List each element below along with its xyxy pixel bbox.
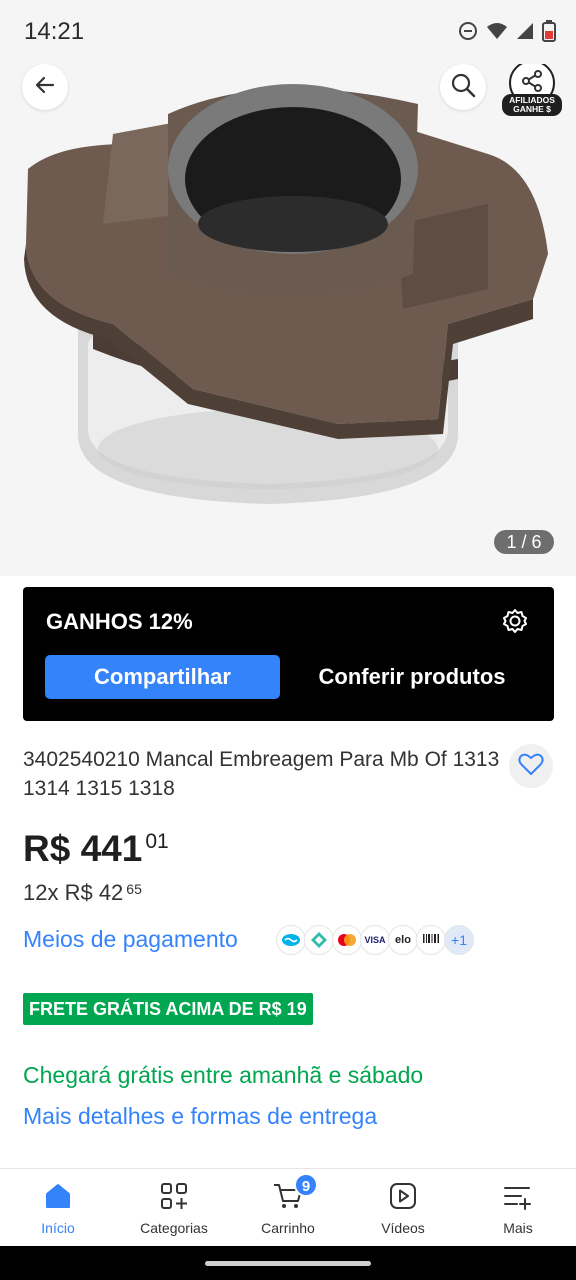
nav-videos-label: Vídeos — [381, 1220, 425, 1236]
battery-icon — [542, 20, 556, 47]
affiliates-badge: AFILIADOS GANHE $ — [502, 94, 562, 116]
heart-icon — [518, 752, 544, 781]
check-products-button[interactable]: Conferir produtos — [293, 655, 531, 699]
cart-count-badge: 9 — [294, 1173, 318, 1197]
gesture-bar — [0, 1246, 576, 1280]
share-product-button[interactable]: Compartilhar — [45, 655, 280, 699]
home-icon — [43, 1181, 73, 1211]
product-image[interactable] — [18, 74, 558, 514]
affiliates-card: GANHOS 12% Compartilhar Conferir produto… — [23, 587, 554, 721]
nav-categories[interactable]: Categorias — [124, 1169, 224, 1247]
video-icon — [388, 1181, 418, 1211]
boleto-icon — [416, 925, 446, 955]
affiliates-share-button[interactable]: AFILIADOS GANHE $ — [500, 64, 566, 122]
delivery-details-link[interactable]: Mais detalhes e formas de entrega — [23, 1103, 377, 1130]
search-button[interactable] — [440, 64, 486, 110]
arrow-left-icon — [33, 73, 57, 102]
status-time: 14:21 — [24, 18, 85, 45]
price: R$ 441 01 — [23, 828, 169, 870]
payment-methods-link[interactable]: Meios de pagamento — [23, 926, 238, 953]
home-gesture-handle[interactable] — [205, 1261, 371, 1266]
nav-home-label: Início — [41, 1220, 75, 1236]
installments-cents: 65 — [126, 881, 142, 897]
dnd-icon — [458, 21, 478, 46]
mercado-pago-icon — [276, 925, 306, 955]
image-counter: 1 / 6 — [494, 530, 554, 554]
status-bar: 14:21 — [0, 0, 576, 64]
signal-icon — [516, 21, 534, 46]
elo-text: elo — [395, 934, 411, 946]
price-cents: 01 — [145, 830, 169, 853]
arrival-text: Chegará grátis entre amanhã e sábado — [23, 1062, 424, 1088]
nav-home[interactable]: Início — [8, 1169, 108, 1247]
nav-categories-label: Categorias — [140, 1220, 208, 1236]
free-shipping-badge: FRETE GRÁTIS ACIMA DE R$ 19 — [23, 993, 313, 1025]
nav-videos[interactable]: Vídeos — [353, 1169, 453, 1247]
earnings-title: GANHOS 12% — [46, 609, 193, 634]
favorite-button[interactable] — [509, 744, 553, 788]
installments: 12x R$ 42 65 — [23, 880, 142, 906]
back-button[interactable] — [22, 64, 68, 110]
pix-icon — [304, 925, 334, 955]
menu-plus-icon — [503, 1181, 533, 1211]
bottom-nav: Início Categorias 9 Carrinho Vídeos Mais — [0, 1168, 576, 1246]
visa-text: VISA — [364, 935, 386, 945]
search-icon — [450, 72, 476, 103]
wifi-icon — [486, 21, 508, 46]
affiliates-badge-line2: GANHE $ — [513, 104, 551, 114]
elo-icon: elo — [388, 925, 418, 955]
categories-icon — [159, 1181, 189, 1211]
price-main: R$ 441 — [23, 828, 143, 869]
visa-icon: VISA — [360, 925, 390, 955]
product-gallery[interactable]: AFILIADOS GANHE $ 1 / 6 — [0, 64, 576, 576]
status-icons — [458, 20, 556, 47]
payment-icons[interactable]: VISA elo +1 — [276, 925, 474, 955]
mastercard-icon — [332, 925, 362, 955]
nav-cart[interactable]: 9 Carrinho — [238, 1169, 338, 1247]
product-title: 3402540210 Mancal Embreagem Para Mb Of 1… — [23, 748, 500, 800]
nav-more-label: Mais — [503, 1220, 533, 1236]
gear-icon[interactable] — [501, 607, 529, 640]
nav-cart-label: Carrinho — [261, 1220, 315, 1236]
nav-more[interactable]: Mais — [468, 1169, 568, 1247]
installments-main: 12x R$ 42 — [23, 880, 124, 905]
more-payment-methods[interactable]: +1 — [444, 925, 474, 955]
